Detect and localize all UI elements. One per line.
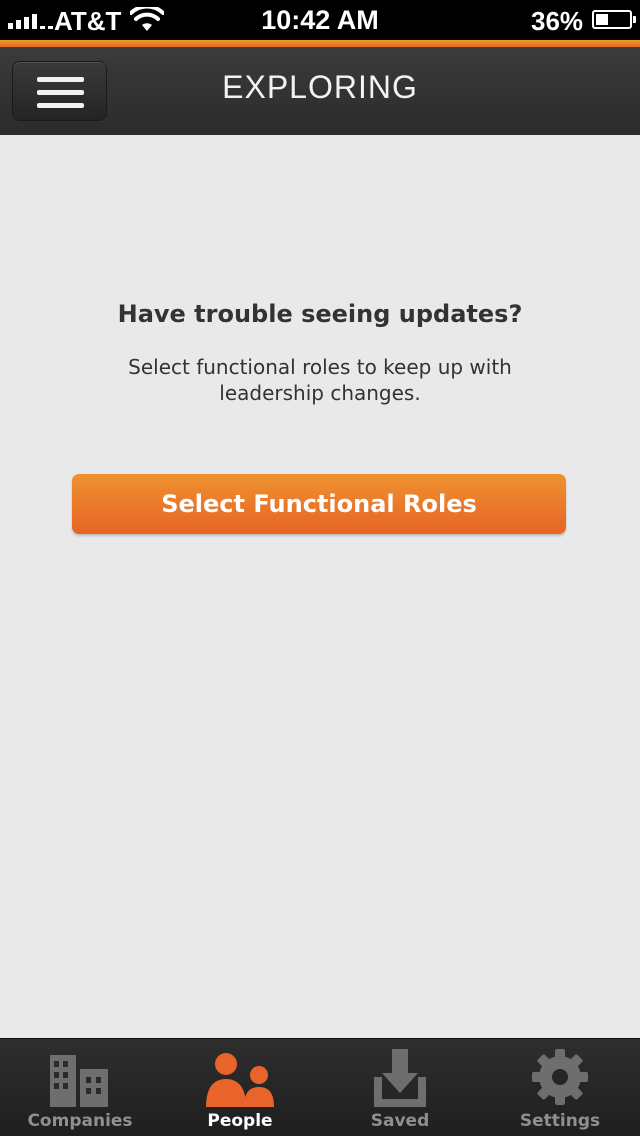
empty-state-heading: Have trouble seeing updates? xyxy=(117,300,523,328)
status-bar: AT&T 10:42 AM 36% xyxy=(0,0,640,40)
tab-people[interactable]: People xyxy=(160,1039,320,1136)
tab-label-companies: Companies xyxy=(27,1111,133,1131)
tab-label-people: People xyxy=(207,1111,273,1131)
app-screen: AT&T 10:42 AM 36% EXPLORING Have trouble… xyxy=(0,0,640,1136)
tab-saved[interactable]: Saved xyxy=(320,1039,480,1136)
tab-companies[interactable]: Companies xyxy=(0,1039,160,1136)
tab-label-settings: Settings xyxy=(519,1111,601,1131)
battery-percent: 36% xyxy=(531,6,584,36)
tab-label-saved: Saved xyxy=(370,1111,430,1131)
buildings-icon xyxy=(50,1055,108,1107)
empty-state-message: Select functional roles to keep up with … xyxy=(128,355,512,405)
select-functional-roles-button[interactable]: Select Functional Roles xyxy=(72,474,566,534)
people-icon xyxy=(206,1053,274,1107)
gear-icon xyxy=(532,1049,588,1105)
download-tray-icon xyxy=(374,1049,426,1107)
accent-stripe xyxy=(0,40,640,47)
nav-header: EXPLORING xyxy=(0,47,640,135)
battery-icon xyxy=(592,10,636,29)
tab-settings[interactable]: Settings xyxy=(480,1039,640,1136)
page-title: EXPLORING xyxy=(222,69,418,105)
tab-bar: Companies People Saved Settings xyxy=(0,1038,640,1136)
